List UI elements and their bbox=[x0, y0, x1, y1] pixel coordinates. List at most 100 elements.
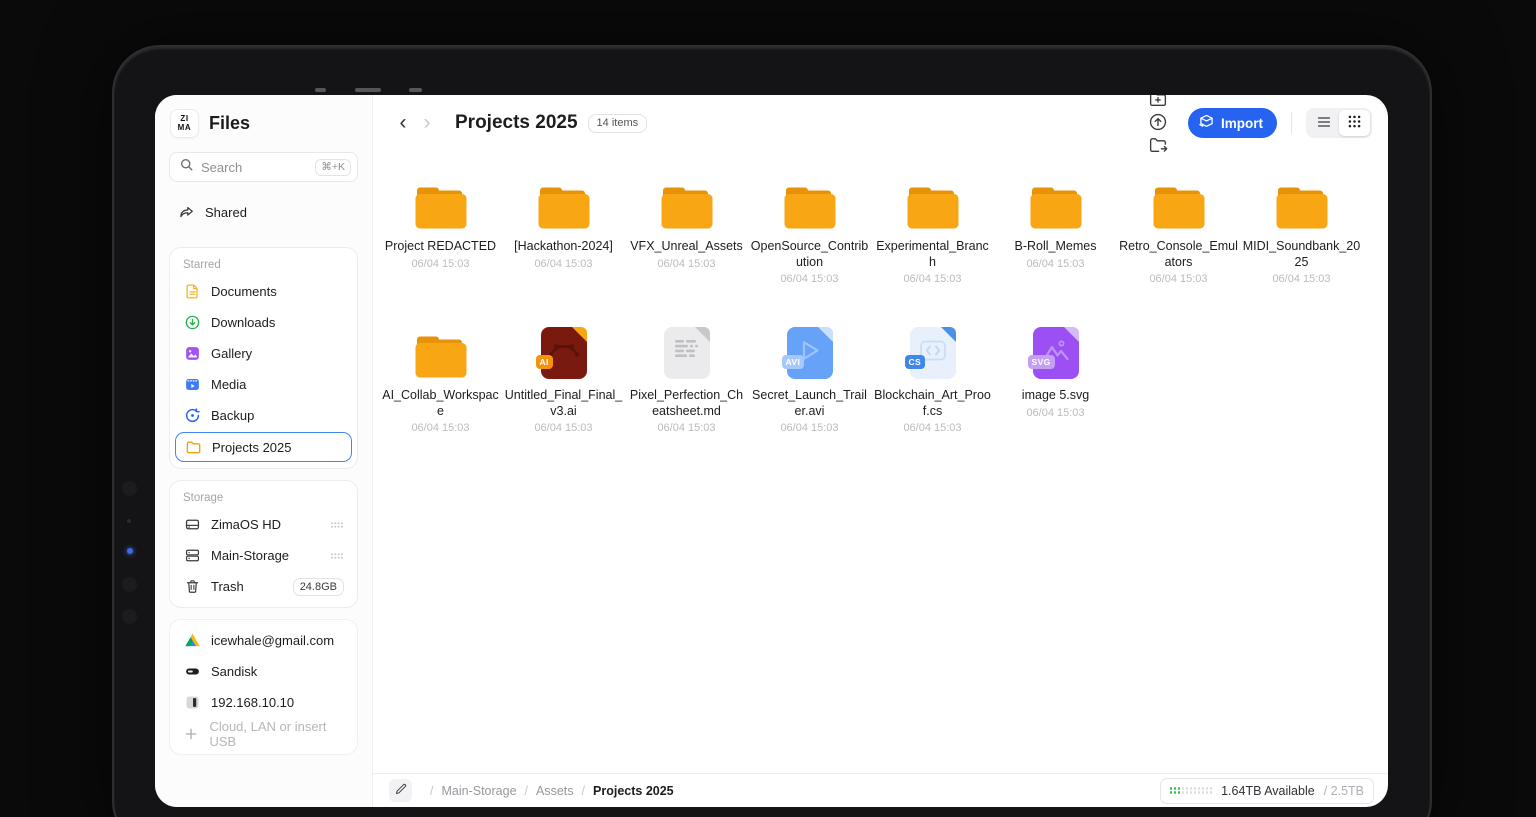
toolbar-divider bbox=[1291, 112, 1292, 134]
storage-stack-icon bbox=[183, 547, 201, 564]
file-date: 06/04 15:03 bbox=[1272, 273, 1331, 285]
sidebar-item-downloads[interactable]: Downloads bbox=[175, 307, 352, 338]
forward-button[interactable]: › bbox=[415, 109, 439, 137]
folder-tile[interactable]: OpenSource_Contribution 06/04 15:03 bbox=[749, 178, 871, 327]
zimaos-logo-icon: ZI MA bbox=[171, 110, 198, 137]
folder-tile[interactable]: Retro_Console_Emulators 06/04 15:03 bbox=[1118, 178, 1240, 327]
device-top-button bbox=[315, 88, 326, 92]
starred-group-label: Starred bbox=[183, 259, 221, 271]
grid-view-button[interactable] bbox=[1339, 110, 1370, 136]
file-name: Blockchain_Art_Proof.cs bbox=[874, 388, 991, 418]
file-date: 06/04 15:03 bbox=[1026, 257, 1085, 270]
toolbar-actions: Import bbox=[1125, 95, 1372, 158]
sidebar-item-projects-2025[interactable]: Projects 2025 bbox=[175, 432, 352, 462]
file-name: OpenSource_Contribution bbox=[750, 239, 869, 269]
file-date: 06/04 15:03 bbox=[1026, 406, 1085, 419]
new-folder-button[interactable] bbox=[1148, 95, 1168, 112]
file-extension-badge: AI bbox=[535, 355, 553, 369]
sidebar-item-label: Media bbox=[211, 377, 247, 392]
folder-tile[interactable]: VFX_Unreal_Assets 06/04 15:03 bbox=[626, 178, 748, 327]
file-extension-badge: SVG bbox=[1027, 355, 1055, 369]
search-icon bbox=[179, 157, 194, 177]
breadcrumb-item-assets[interactable]: Assets bbox=[536, 784, 574, 798]
sidebar-item-gallery[interactable]: Gallery bbox=[175, 338, 352, 369]
file-type-icon-svg: SVG bbox=[1027, 327, 1079, 379]
device-camera bbox=[122, 609, 137, 624]
folder-tile[interactable]: Experimental_Branch 06/04 15:03 bbox=[872, 178, 994, 327]
folder-tile[interactable]: AI_Collab_Workspace 06/04 15:03 bbox=[380, 327, 502, 476]
file-name: B-Roll_Memes bbox=[1014, 239, 1097, 253]
breadcrumb-item-projects-2025[interactable]: Projects 2025 bbox=[593, 784, 674, 798]
sidebar-item-label: Downloads bbox=[211, 315, 276, 330]
file-date: 06/04 15:03 bbox=[534, 257, 593, 270]
sidebar-account-cloud-lan-or-insert-usb[interactable]: Cloud, LAN or insert USB bbox=[175, 718, 352, 749]
sidebar-item-shared[interactable]: Shared bbox=[169, 197, 358, 228]
app-title: Files bbox=[209, 113, 251, 133]
sidebar-item-backup[interactable]: Backup bbox=[175, 400, 352, 431]
file-date: 06/04 15:03 bbox=[780, 422, 839, 434]
file-tile[interactable]: CS Blockchain_Art_Proof.cs 06/04 15:03 bbox=[872, 327, 994, 476]
list-view-icon bbox=[1316, 114, 1332, 133]
downloads-icon bbox=[183, 314, 201, 331]
sidebar-item-media[interactable]: Media bbox=[175, 369, 352, 400]
file-extension-badge: AVI bbox=[781, 355, 805, 369]
dots-grid-icon bbox=[330, 552, 344, 560]
sidebar-account-192-168-10-10[interactable]: 192.168.10.10 bbox=[175, 687, 352, 718]
file-name: VFX_Unreal_Assets bbox=[630, 239, 743, 253]
capacity-total-label: / 2.5TB bbox=[1323, 783, 1364, 798]
trash-size-badge: 24.8GB bbox=[292, 577, 344, 596]
folder-outline-icon bbox=[184, 439, 202, 456]
folder-icon bbox=[537, 178, 591, 230]
sidebar-item-label: Gallery bbox=[211, 346, 253, 361]
file-date: 06/04 15:03 bbox=[534, 422, 593, 434]
list-view-button[interactable] bbox=[1308, 110, 1339, 136]
media-icon bbox=[183, 376, 201, 393]
back-button[interactable]: ‹ bbox=[391, 109, 415, 137]
file-tile[interactable]: AVI Secret_Launch_Trailer.avi 06/04 15:03 bbox=[749, 327, 871, 476]
sidebar-item-main-storage[interactable]: Main-Storage bbox=[175, 540, 352, 571]
items-count-badge: 14 items bbox=[587, 113, 648, 133]
import-button[interactable]: Import bbox=[1188, 108, 1277, 138]
file-name: Retro_Console_Emulators bbox=[1119, 239, 1238, 269]
file-tile[interactable]: AI Untitled_Final_Final_v3.ai 06/04 15:03 bbox=[503, 327, 625, 476]
device-sensor bbox=[127, 519, 131, 523]
pencil-icon bbox=[394, 782, 408, 799]
sidebar-item-documents[interactable]: Documents bbox=[175, 276, 352, 307]
file-date: 06/04 15:03 bbox=[903, 273, 962, 285]
search-input[interactable]: Search ⌘+K bbox=[169, 152, 358, 182]
file-name: Untitled_Final_Final_v3.ai bbox=[504, 388, 623, 418]
folder-tile[interactable]: MIDI_Soundbank_2025 06/04 15:03 bbox=[1241, 178, 1363, 327]
folder-icon bbox=[1029, 178, 1083, 230]
view-mode-toggle bbox=[1306, 108, 1372, 138]
file-type-icon-cs: CS bbox=[904, 327, 956, 379]
file-type-icon-ai: AI bbox=[535, 327, 587, 379]
file-name: Project REDACTED bbox=[384, 239, 497, 253]
folder-icon bbox=[414, 178, 468, 230]
sidebar-item-trash[interactable]: Trash 24.8GB bbox=[175, 571, 352, 602]
file-date: 06/04 15:03 bbox=[411, 257, 470, 270]
sidebar-item-zimaos-hd[interactable]: ZimaOS HD bbox=[175, 509, 352, 540]
folder-tile[interactable]: Project REDACTED 06/04 15:03 bbox=[380, 178, 502, 327]
file-name: MIDI_Soundbank_2025 bbox=[1242, 239, 1361, 269]
breadcrumb-item-main-storage[interactable]: Main-Storage bbox=[441, 784, 516, 798]
file-tile[interactable]: SVG image 5.svg 06/04 15:03 bbox=[995, 327, 1117, 476]
edit-path-button[interactable] bbox=[389, 779, 412, 802]
file-name: image 5.svg bbox=[1021, 388, 1090, 402]
file-type-icon-avi: AVI bbox=[781, 327, 833, 379]
import-icon bbox=[1198, 113, 1215, 133]
sidebar-account-sandisk[interactable]: Sandisk bbox=[175, 656, 352, 687]
usb-drive-icon bbox=[183, 663, 201, 680]
folder-icon bbox=[906, 178, 960, 230]
upload-icon bbox=[1148, 112, 1168, 135]
sidebar-account-icewhale-gmail-com[interactable]: icewhale@gmail.com bbox=[175, 625, 352, 656]
file-name: AI_Collab_Workspace bbox=[382, 388, 499, 418]
grid-view-icon bbox=[1347, 114, 1362, 132]
network-device-icon bbox=[183, 694, 201, 711]
folder-tile[interactable]: [Hackathon-2024] 06/04 15:03 bbox=[503, 178, 625, 327]
upload-button[interactable] bbox=[1148, 112, 1168, 135]
breadcrumb-separator: / bbox=[524, 783, 529, 798]
folder-tile[interactable]: B-Roll_Memes 06/04 15:03 bbox=[995, 178, 1117, 327]
file-grid: Project REDACTED 06/04 15:03 [Hackathon-20… bbox=[373, 151, 1388, 773]
file-tile[interactable]: Pixel_Perfection_Cheatsheet.md 06/04 15:0… bbox=[626, 327, 748, 476]
sidebar-item-label: ZimaOS HD bbox=[211, 517, 282, 532]
